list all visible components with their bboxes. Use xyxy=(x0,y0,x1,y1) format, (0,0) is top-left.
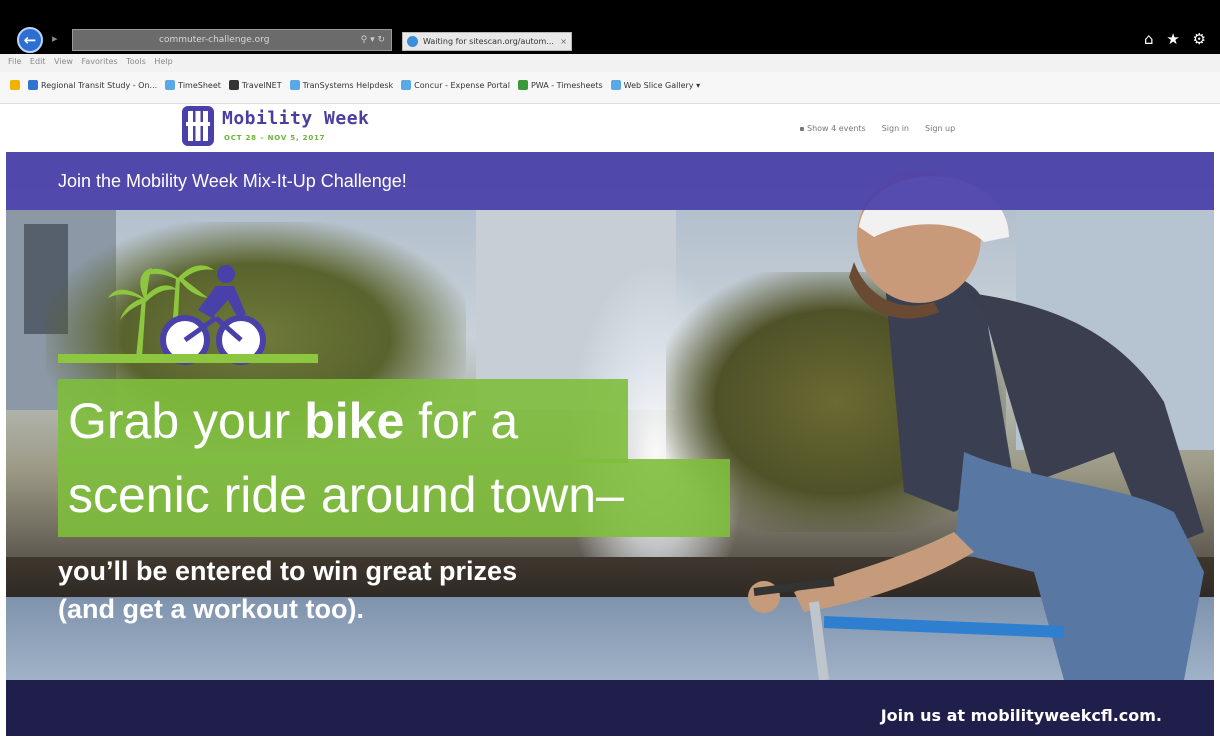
browser-chrome: ← ▸ commuter-challenge.org ⚲ ▾ ↻ Waiting… xyxy=(0,0,1220,104)
ie-page-icon xyxy=(401,80,412,90)
favorite-item[interactable]: TranSystems Helpdesk xyxy=(289,80,393,90)
tab-favicon-icon xyxy=(407,36,418,47)
headline-line-1: Grab your bike for a xyxy=(68,393,519,449)
banner-title: Join the Mobility Week Mix-It-Up Challen… xyxy=(58,171,407,191)
site-header: Mobility Week OCT 28 – NOV 5, 2017 Show … xyxy=(0,104,1220,152)
subline-1: you’ll be entered to win great prizes xyxy=(58,556,518,586)
forward-arrow-icon: ▸ xyxy=(52,32,58,45)
logo-dates: OCT 28 – NOV 5, 2017 xyxy=(224,134,326,142)
favorites-bar: Regional Transit Study - On... TimeSheet… xyxy=(0,72,1220,104)
tab-title: Waiting for sitescan.org/autom... xyxy=(423,37,554,46)
ie-page-icon xyxy=(610,80,621,90)
site-footer: Join us at mobilityweekcfl.com. xyxy=(6,680,1214,736)
favorite-item[interactable]: Concur - Expense Portal xyxy=(401,80,510,90)
footer-url-text[interactable]: Join us at mobilityweekcfl.com. xyxy=(881,706,1162,725)
address-controls-icon[interactable]: ⚲ ▾ ↻ xyxy=(361,30,385,50)
favorite-star-icon[interactable] xyxy=(10,80,20,90)
ie-page-icon xyxy=(289,80,300,90)
tab-close-icon[interactable]: × xyxy=(560,33,567,50)
menu-bar: File Edit View Favorites Tools Help xyxy=(0,54,1220,72)
favorite-item[interactable]: TravelNET xyxy=(228,80,282,90)
bike-rider-palm-trees-icon xyxy=(108,265,266,365)
sign-in-link[interactable]: Sign in xyxy=(882,124,909,133)
home-favorites-settings-icons[interactable]: ⌂ ★ ⚙ xyxy=(1144,30,1210,48)
mobility-week-logo-icon[interactable] xyxy=(180,104,216,148)
back-arrow-icon: ← xyxy=(23,31,37,49)
favorite-item[interactable]: Regional Transit Study - On... xyxy=(28,80,157,90)
forward-button[interactable]: ▸ xyxy=(52,32,58,45)
subline-2: (and get a workout too). xyxy=(58,594,364,624)
hero-section: Join the Mobility Week Mix-It-Up Challen… xyxy=(6,152,1214,680)
challenge-banner: Join the Mobility Week Mix-It-Up Challen… xyxy=(6,152,1214,210)
browser-titlebar: ← ▸ commuter-challenge.org ⚲ ▾ ↻ Waiting… xyxy=(0,0,1220,60)
browser-tab[interactable]: Waiting for sitescan.org/autom... × xyxy=(402,32,572,51)
favorite-item[interactable]: Web Slice Gallery ▾ xyxy=(610,80,700,90)
site-nav: Show 4 events Sign in Sign up xyxy=(800,124,955,133)
back-button[interactable]: ← xyxy=(17,27,43,53)
cloud-icon xyxy=(28,80,38,90)
grid-icon xyxy=(800,126,804,131)
show-events-link[interactable]: Show 4 events xyxy=(800,124,866,133)
hero-subline: you’ll be entered to win great prizes (a… xyxy=(58,552,517,628)
menu-items[interactable]: File Edit View Favorites Tools Help xyxy=(8,57,173,66)
green-accent-line xyxy=(58,354,318,363)
address-bar[interactable]: commuter-challenge.org ⚲ ▾ ↻ xyxy=(72,29,392,51)
sign-up-link[interactable]: Sign up xyxy=(925,124,955,133)
ie-page-icon xyxy=(165,80,176,90)
project-icon xyxy=(517,80,528,90)
cyclist-photo xyxy=(748,171,1204,680)
logo-title[interactable]: Mobility Week xyxy=(222,108,369,129)
favorite-item[interactable]: PWA - Timesheets xyxy=(517,80,603,90)
address-text: commuter-challenge.org xyxy=(159,35,270,45)
favorites-list: Regional Transit Study - On... TimeSheet… xyxy=(10,80,700,90)
app-icon xyxy=(228,80,239,90)
favorite-item[interactable]: TimeSheet xyxy=(165,80,221,90)
headline-line-2: scenic ride around town– xyxy=(68,467,624,523)
